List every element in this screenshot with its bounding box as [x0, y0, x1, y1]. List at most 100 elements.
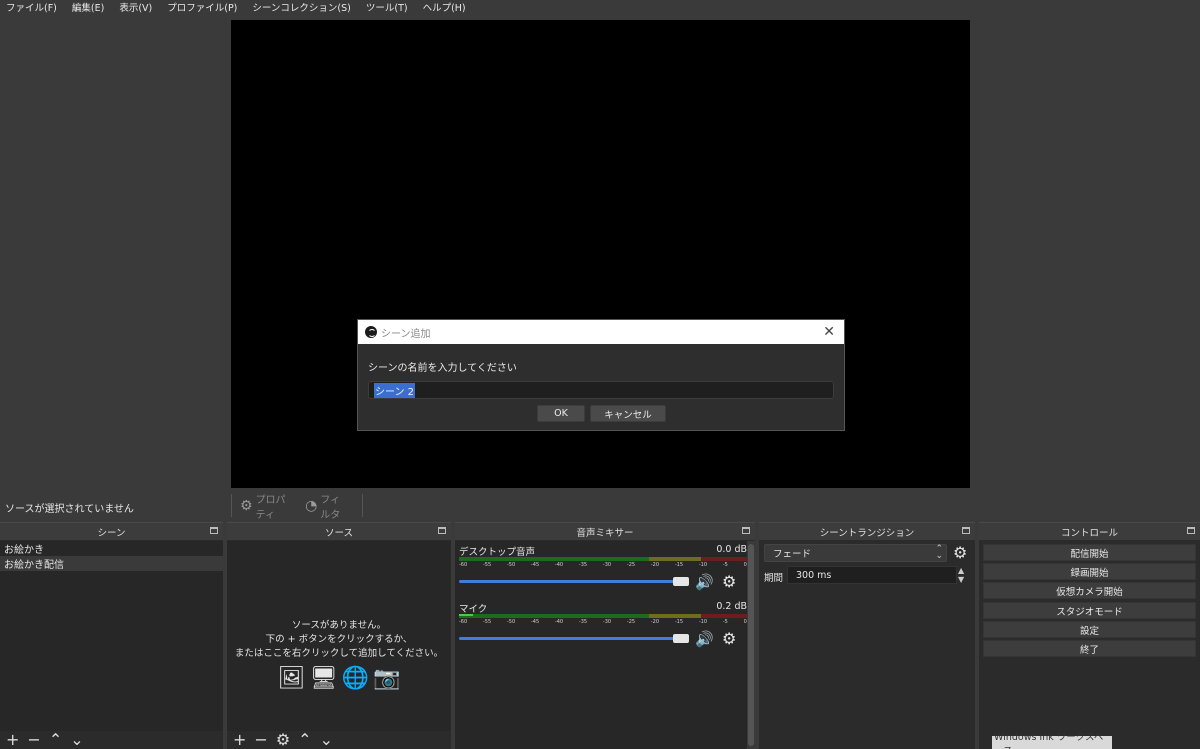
- gear-icon[interactable]: ⚙: [953, 543, 967, 562]
- properties-button[interactable]: ⚙ プロパティ: [240, 491, 293, 521]
- start-streaming-button[interactable]: 配信開始: [983, 544, 1196, 561]
- scenes-list[interactable]: お絵かき お絵かき配信 + − ⌃ ⌄: [0, 541, 223, 749]
- empty-sources-line: ソースがありません。: [291, 620, 387, 631]
- filter-icon: ◔: [305, 497, 318, 514]
- scrollbar-thumb[interactable]: [748, 544, 754, 746]
- tick-label: -55: [482, 619, 492, 625]
- mixer-dock-header: 音声ミキサー: [455, 522, 755, 540]
- chevron-updown-icon: ⌃ ⌄: [935, 544, 943, 561]
- menu-edit[interactable]: 編集(E): [72, 0, 104, 14]
- meter-ticks: -60 -55 -50 -45 -40 -35 -30 -25 -20 -15 -10 -5 0: [459, 619, 747, 627]
- tick-label: -30: [602, 619, 612, 625]
- spinbox-arrows-icon[interactable]: ▲ ▼: [958, 566, 964, 584]
- add-icon[interactable]: +: [6, 731, 19, 749]
- volume-slider[interactable]: [459, 580, 689, 583]
- gear-icon[interactable]: ⚙: [722, 629, 736, 648]
- float-dock-icon[interactable]: [210, 527, 218, 534]
- volume-slider[interactable]: [459, 637, 689, 640]
- gear-icon: ⚙: [240, 497, 253, 514]
- dialog-title: シーン追加: [381, 328, 431, 340]
- ok-button[interactable]: OK: [537, 405, 585, 422]
- tick-label: -45: [530, 619, 540, 625]
- float-dock-icon[interactable]: [438, 527, 446, 534]
- duration-label: 期間: [764, 573, 784, 584]
- filters-label: フィルタ: [320, 494, 341, 521]
- add-icon[interactable]: +: [233, 731, 246, 749]
- tick-label: -40: [554, 562, 564, 568]
- scenes-dock-header: シーン: [0, 522, 223, 540]
- start-virtual-camera-button[interactable]: 仮想カメラ開始: [983, 582, 1196, 599]
- gear-icon[interactable]: ⚙: [722, 572, 736, 591]
- tick-label: -10: [698, 619, 708, 625]
- sources-toolbar: + − ⚙ ⌃ ⌄: [227, 731, 451, 749]
- volume-slider-handle[interactable]: [673, 634, 689, 643]
- mixer-track-mic: マイク 0.2 dB -60 -55 -50 -45 -40 -35 -30 -25 -20 -1…: [459, 601, 747, 651]
- float-dock-icon[interactable]: [962, 527, 970, 534]
- empty-sources-line: 下の + ボタンをクリックするか、: [265, 634, 413, 645]
- dialog-titlebar[interactable]: シーン追加 ✕: [358, 320, 844, 344]
- remove-icon[interactable]: −: [27, 731, 40, 749]
- tick-label: -15: [674, 562, 684, 568]
- tick-label: -50: [506, 562, 516, 568]
- menu-scene-collection[interactable]: シーンコレクション(S): [252, 0, 350, 14]
- camera-icon: 📷: [372, 666, 401, 691]
- float-dock-icon[interactable]: [1187, 527, 1195, 534]
- start-recording-button[interactable]: 録画開始: [983, 563, 1196, 580]
- remove-icon[interactable]: −: [254, 731, 267, 749]
- source-type-icons: 🖼 🖥 🌐 📷: [227, 666, 451, 691]
- sources-list[interactable]: ソースがありません。 下の + ボタンをクリックするか、 またはここを右クリック…: [227, 541, 451, 749]
- duration-input[interactable]: 300 ms: [787, 566, 957, 584]
- speaker-icon[interactable]: 🔊: [695, 573, 714, 591]
- move-down-icon[interactable]: ⌄: [70, 731, 83, 749]
- source-toolbar: ⚙ プロパティ ◔ フィルタ: [231, 494, 363, 521]
- windows-ink-tooltip: Windows Ink ワークスペース: [992, 732, 1112, 749]
- move-up-icon[interactable]: ⌃: [49, 731, 62, 749]
- globe-icon: 🌐: [341, 666, 369, 691]
- add-scene-dialog: シーン追加 ✕ シーンの名前を入力してください シーン 2 OK キャンセル: [357, 319, 845, 431]
- move-up-icon[interactable]: ⌃: [298, 731, 311, 749]
- move-down-icon[interactable]: ⌄: [320, 731, 333, 749]
- sources-dock-title: ソース: [324, 527, 354, 539]
- track-db: 0.0 dB: [716, 544, 747, 555]
- image-icon: 🖼: [277, 666, 306, 691]
- tick-label: -40: [554, 619, 564, 625]
- menu-help[interactable]: ヘルプ(H): [423, 0, 466, 14]
- tick-label: -35: [578, 619, 588, 625]
- volume-meter: [459, 557, 747, 561]
- menu-bar: ファイル(F) 編集(E) 表示(V) プロファイル(P) シーンコレクション(…: [0, 0, 1200, 14]
- scene-name-input[interactable]: シーン 2: [368, 381, 834, 399]
- tick-label: -30: [602, 562, 612, 568]
- scene-item[interactable]: お絵かき: [0, 541, 223, 556]
- filters-button[interactable]: ◔ フィルタ: [305, 491, 350, 521]
- studio-mode-button[interactable]: スタジオモード: [983, 602, 1196, 619]
- tick-label: -20: [650, 619, 660, 625]
- menu-tools[interactable]: ツール(T): [366, 0, 408, 14]
- properties-label: プロパティ: [255, 494, 286, 521]
- tick-label: -60: [459, 619, 468, 625]
- exit-button[interactable]: 終了: [983, 640, 1196, 657]
- settings-button[interactable]: 設定: [983, 621, 1196, 638]
- gear-icon[interactable]: ⚙: [276, 731, 290, 749]
- close-icon[interactable]: ✕: [823, 324, 835, 340]
- controls-dock: コントロール 配信開始 録画開始 仮想カメラ開始 スタジオモード 設定 終了: [979, 522, 1200, 749]
- menu-file[interactable]: ファイル(F): [6, 0, 57, 14]
- menu-profile[interactable]: プロファイル(P): [167, 0, 237, 14]
- cancel-button[interactable]: キャンセル: [590, 405, 666, 422]
- speaker-icon[interactable]: 🔊: [695, 630, 714, 648]
- mixer-scrollbar[interactable]: [747, 541, 755, 749]
- scene-item-selected[interactable]: お絵かき配信: [0, 556, 223, 571]
- audio-mixer-dock: 音声ミキサー デスクトップ音声 0.0 dB -60 -55 -50 -45 -40 -3…: [455, 522, 755, 749]
- volume-slider-handle[interactable]: [673, 577, 689, 586]
- menu-view[interactable]: 表示(V): [119, 0, 152, 14]
- mixer-body: デスクトップ音声 0.0 dB -60 -55 -50 -45 -40 -35 -30 -25…: [455, 541, 755, 749]
- tick-label: -10: [698, 562, 708, 568]
- transitions-dock-title: シーントランジション: [819, 527, 915, 539]
- tick-label: -45: [530, 562, 540, 568]
- tick-label: -5: [722, 619, 728, 625]
- empty-sources-line: またはここを右クリックして追加してください。: [234, 648, 444, 659]
- mixer-dock-title: 音声ミキサー: [576, 527, 634, 539]
- transition-select[interactable]: フェード ⌃ ⌄: [764, 544, 947, 562]
- tick-label: -5: [722, 562, 728, 568]
- meter-ticks: -60 -55 -50 -45 -40 -35 -30 -25 -20 -15 -10 -5 0: [459, 562, 747, 570]
- float-dock-icon[interactable]: [742, 527, 750, 534]
